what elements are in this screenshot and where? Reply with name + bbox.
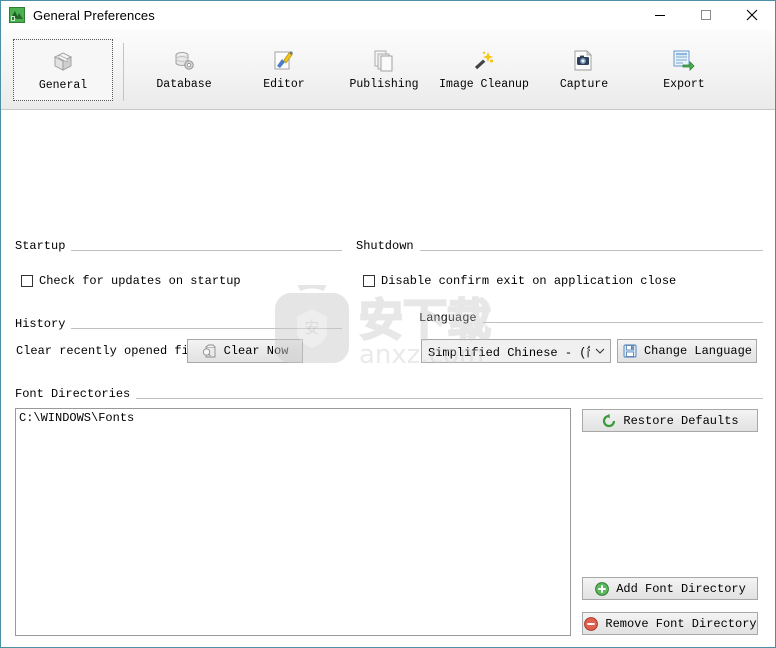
- save-disk-icon: [622, 343, 638, 359]
- tab-general[interactable]: General: [13, 39, 113, 101]
- plus-circle-green-icon: [594, 581, 610, 597]
- add-font-directory-button[interactable]: Add Font Directory: [582, 577, 758, 600]
- font-directories-list[interactable]: C:\WINDOWS\Fonts: [15, 408, 571, 636]
- trash-bin-icon: [202, 343, 218, 359]
- language-group-rule: [482, 321, 763, 323]
- startup-group-title: Startup: [15, 239, 66, 253]
- tab-database[interactable]: Database: [134, 39, 234, 101]
- export-page-icon: [671, 48, 697, 74]
- startup-group-rule: [71, 249, 342, 251]
- toolbar-separator: [123, 43, 124, 101]
- title-bar: General Preferences: [1, 1, 775, 30]
- window-title: General Preferences: [33, 7, 155, 23]
- app-cube-icon: [9, 7, 25, 23]
- tab-capture[interactable]: Capture: [534, 39, 634, 101]
- font-directories-group-title: Font Directories: [15, 387, 131, 401]
- clear-recent-files-label: Clear recently opened files: [16, 344, 211, 358]
- minimize-icon: [655, 15, 665, 16]
- tab-publishing[interactable]: Publishing: [334, 39, 434, 101]
- tab-label-image-cleanup: Image Cleanup: [439, 78, 529, 91]
- preferences-window: General Preferences General Database Edi…: [0, 0, 776, 648]
- shutdown-group-title: Shutdown: [356, 239, 414, 253]
- pencil-page-icon: [271, 48, 297, 74]
- language-select[interactable]: Simplified Chinese - (简...: [421, 339, 611, 363]
- minus-circle-red-icon: [583, 616, 599, 632]
- camera-page-icon: [571, 48, 597, 74]
- cube-icon: [50, 49, 76, 75]
- remove-font-directory-label: Remove Font Directory: [605, 616, 757, 631]
- preferences-tab-bar: General Database Editor Publishing Image…: [1, 30, 775, 110]
- preferences-content: Startup Check for updates on startup Shu…: [1, 110, 775, 647]
- change-language-label: Change Language: [643, 344, 753, 358]
- shutdown-group-rule: [419, 249, 763, 251]
- list-item[interactable]: C:\WINDOWS\Fonts: [16, 409, 570, 425]
- language-group-title: Language: [419, 311, 477, 325]
- check-for-updates-checkbox[interactable]: Check for updates on startup: [21, 274, 241, 288]
- tab-label-database: Database: [156, 78, 212, 91]
- font-directories-group-rule: [136, 397, 763, 399]
- checkbox-box[interactable]: [363, 275, 375, 287]
- tab-editor[interactable]: Editor: [234, 39, 334, 101]
- history-group-rule: [71, 327, 342, 329]
- remove-font-directory-button[interactable]: Remove Font Directory: [582, 612, 758, 635]
- window-controls: [637, 1, 775, 29]
- tab-label-publishing: Publishing: [349, 78, 419, 91]
- checkbox-box[interactable]: [21, 275, 33, 287]
- pages-stack-icon: [371, 48, 397, 74]
- history-group-header: History: [15, 317, 342, 331]
- shutdown-group-header: Shutdown: [356, 239, 763, 253]
- close-icon: [746, 9, 758, 21]
- disable-confirm-exit-label: Disable confirm exit on application clos…: [381, 274, 677, 288]
- tab-label-general: General: [38, 79, 88, 92]
- change-language-button[interactable]: Change Language: [617, 339, 757, 363]
- close-button[interactable]: [729, 1, 775, 29]
- tab-label-export: Export: [663, 78, 705, 91]
- maximize-button[interactable]: [683, 1, 729, 29]
- check-for-updates-label: Check for updates on startup: [39, 274, 241, 288]
- tab-image-cleanup[interactable]: Image Cleanup: [434, 39, 534, 101]
- refresh-green-icon: [601, 413, 617, 429]
- clear-now-button[interactable]: Clear Now: [187, 339, 303, 363]
- minimize-button[interactable]: [637, 1, 683, 29]
- startup-group-header: Startup: [15, 239, 342, 253]
- maximize-icon: [701, 10, 711, 20]
- tab-label-capture: Capture: [559, 78, 609, 91]
- language-selected-value: Simplified Chinese - (简...: [428, 345, 590, 360]
- database-gear-icon: [171, 48, 197, 74]
- magic-wand-icon: [471, 48, 497, 74]
- tab-label-editor: Editor: [263, 78, 305, 91]
- tab-export[interactable]: Export: [634, 39, 734, 101]
- add-font-directory-label: Add Font Directory: [616, 581, 746, 596]
- disable-confirm-exit-checkbox[interactable]: Disable confirm exit on application clos…: [363, 274, 676, 288]
- language-group-header: Language: [419, 311, 763, 325]
- restore-defaults-label: Restore Defaults: [623, 413, 739, 428]
- clear-now-label: Clear Now: [223, 344, 289, 358]
- restore-defaults-button[interactable]: Restore Defaults: [582, 409, 758, 432]
- history-group-title: History: [15, 317, 66, 331]
- font-directories-group-header: Font Directories: [15, 387, 763, 401]
- chevron-down-icon[interactable]: [590, 346, 610, 356]
